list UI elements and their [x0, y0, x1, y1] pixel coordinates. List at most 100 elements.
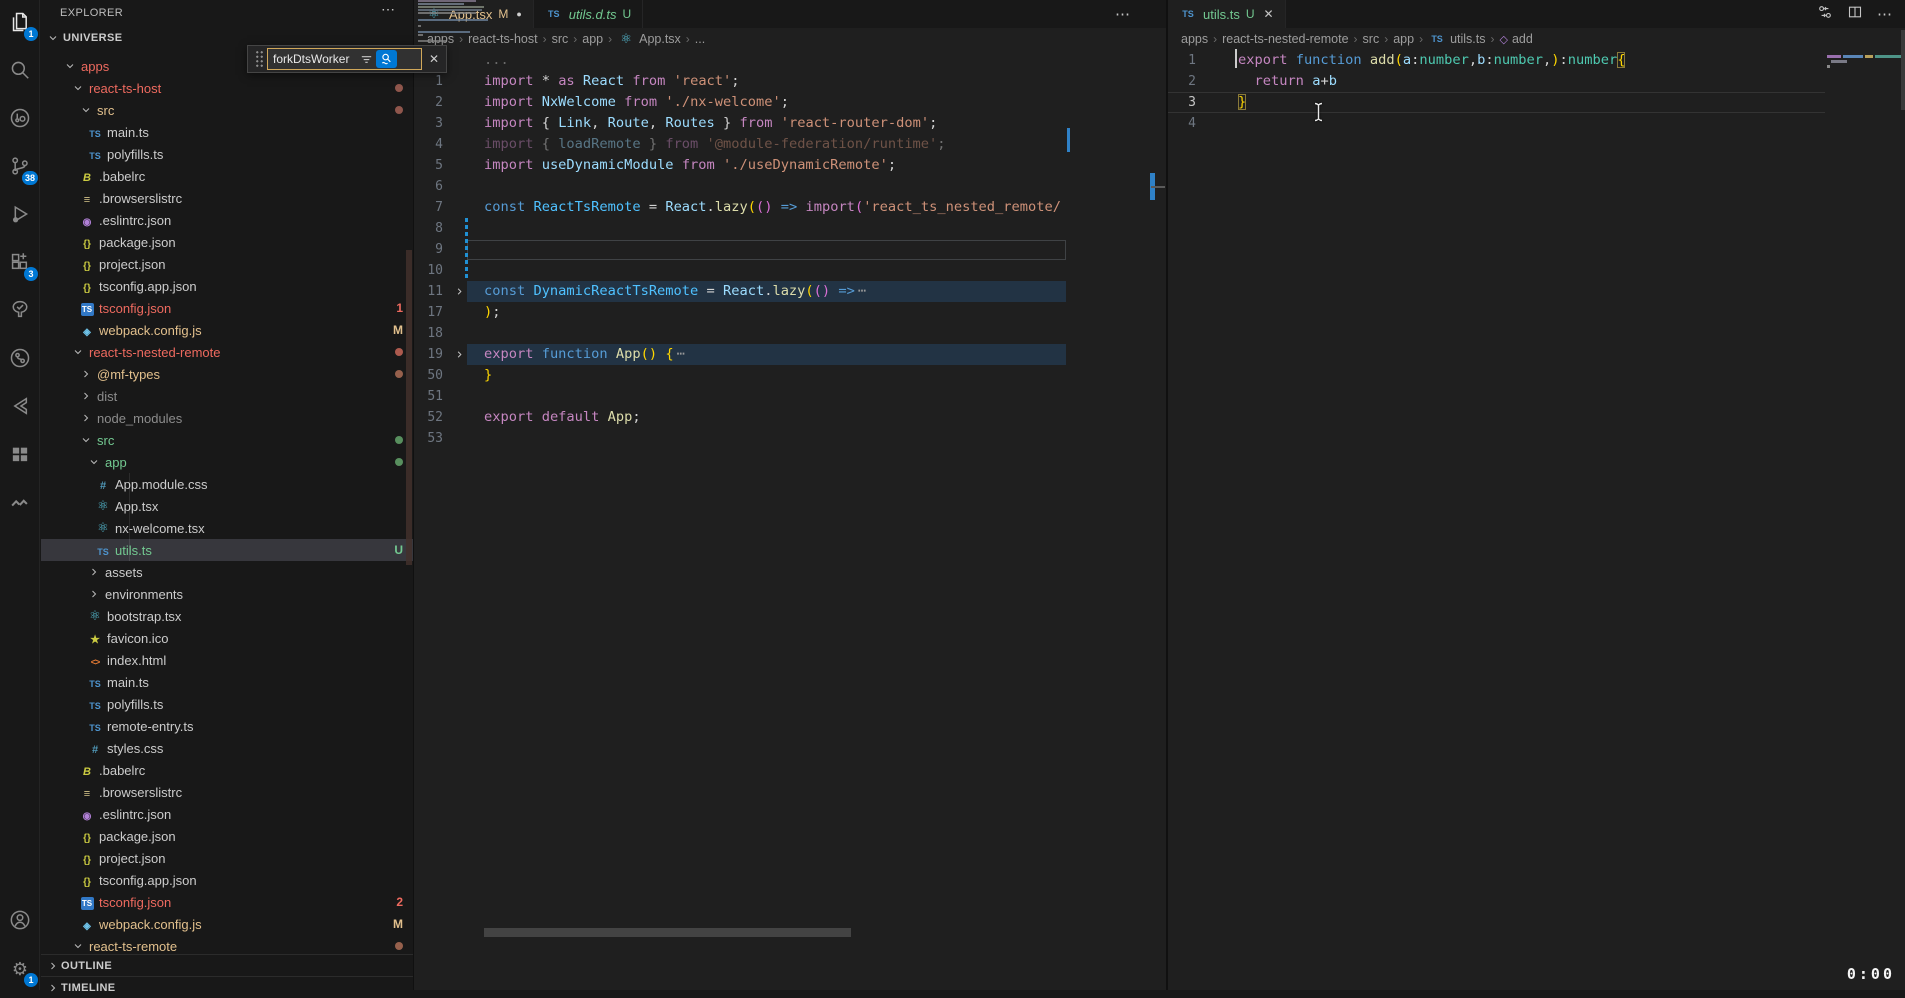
close-icon[interactable]: ✕: [429, 52, 439, 66]
folded-code-ellipsis[interactable]: ⋯: [674, 346, 688, 362]
tree-item-react-ts-nested-remote[interactable]: react-ts-nested-remote: [41, 341, 413, 363]
tree-item-dist[interactable]: dist: [41, 385, 413, 407]
tree-item-react-ts-host[interactable]: react-ts-host: [41, 77, 413, 99]
tree-item-.browserslistrc[interactable]: ≡.browserslistrc: [41, 781, 413, 803]
tree-item-.babelrc[interactable]: B.babelrc: [41, 759, 413, 781]
activity-item-wave-extension[interactable]: [6, 490, 34, 518]
breadcrumb-...[interactable]: ...: [695, 32, 705, 46]
tree-item-polyfills.ts[interactable]: TSpolyfills.ts: [41, 143, 413, 165]
tree-item-src[interactable]: src: [41, 429, 413, 451]
tree-item-project.json[interactable]: {}project.json: [41, 253, 413, 275]
code-line-2[interactable]: 2 return a+b: [1168, 71, 1905, 92]
activity-item-search[interactable]: [6, 58, 34, 86]
sidebar-more-actions-icon[interactable]: ⋯: [381, 1, 395, 18]
tree-item-webpack.config.js[interactable]: ◈webpack.config.jsM: [41, 913, 413, 935]
activity-item-test-circle[interactable]: [6, 106, 34, 134]
tree-item-package.json[interactable]: {}package.json: [41, 231, 413, 253]
fuzzy-search-toggle[interactable]: [376, 50, 397, 68]
tree-item-.browserslistrc[interactable]: ≡.browserslistrc: [41, 187, 413, 209]
tree-item-tsconfig.app.json[interactable]: {}tsconfig.app.json: [41, 869, 413, 891]
tree-item-.eslintrc.json[interactable]: ◉.eslintrc.json: [41, 209, 413, 231]
breadcrumb-react-ts-host[interactable]: react-ts-host: [468, 32, 537, 46]
tree-item-node_modules[interactable]: node_modules: [41, 407, 413, 429]
activity-item-todo-tree[interactable]: [6, 298, 34, 326]
dirty-indicator-icon[interactable]: ●: [516, 9, 521, 19]
code-line-17[interactable]: 17);: [414, 302, 1166, 323]
activity-item-source-control[interactable]: 38: [6, 154, 34, 182]
code-line-1[interactable]: 1import * as React from 'react';: [414, 71, 1166, 92]
tree-item-remote-entry.ts[interactable]: TSremote-entry.ts: [41, 715, 413, 737]
breadcrumb-app[interactable]: app: [582, 32, 603, 46]
tree-item-polyfills.ts[interactable]: TSpolyfills.ts: [41, 693, 413, 715]
more-actions-icon[interactable]: ⋯: [1115, 5, 1131, 23]
code-line-10[interactable]: 10: [414, 260, 1166, 281]
breadcrumb-src[interactable]: src: [552, 32, 569, 46]
tree-item-index.html[interactable]: <>index.html: [41, 649, 413, 671]
tree-item-webpack.config.js[interactable]: ◈webpack.config.jsM: [41, 319, 413, 341]
sidebar-scrollbar[interactable]: [406, 250, 412, 565]
tree-item-project.json[interactable]: {}project.json: [41, 847, 413, 869]
tree-item-.eslintrc.json[interactable]: ◉.eslintrc.json: [41, 803, 413, 825]
tree-item-package.json[interactable]: {}package.json: [41, 825, 413, 847]
code-line-3[interactable]: 3}: [1168, 92, 1825, 113]
activity-item-extensions[interactable]: 3: [6, 250, 34, 278]
breadcrumb-apps[interactable]: apps: [427, 32, 454, 46]
tree-item-app[interactable]: app: [41, 451, 413, 473]
activity-item-run-debug[interactable]: [6, 202, 34, 230]
code-line-9[interactable]: 9: [414, 239, 1166, 260]
code-line-ellipsis[interactable]: ...: [414, 50, 1166, 71]
fold-chevron-icon[interactable]: [451, 349, 467, 360]
tree-filter-input[interactable]: [273, 52, 359, 66]
tree-item-environments[interactable]: environments: [41, 583, 413, 605]
activity-item-explorer[interactable]: 1: [6, 10, 34, 38]
fold-chevron-icon[interactable]: [451, 286, 467, 297]
tab-utils.ts[interactable]: TSutils.tsU✕: [1168, 0, 1286, 28]
horizontal-scrollbar[interactable]: [484, 928, 851, 937]
tree-item-bootstrap.tsx[interactable]: ⚛bootstrap.tsx: [41, 605, 413, 627]
breadcrumb-react-ts-nested-remote[interactable]: react-ts-nested-remote: [1222, 32, 1348, 46]
breadcrumb-apps[interactable]: apps: [1181, 32, 1208, 46]
compare-changes-icon[interactable]: [1817, 4, 1833, 25]
breadcrumb-app[interactable]: app: [1393, 32, 1414, 46]
vertical-scrollbar[interactable]: [1901, 30, 1905, 110]
breadcrumb-src[interactable]: src: [1363, 32, 1380, 46]
code-line-8[interactable]: 8: [414, 218, 1166, 239]
code-line-11[interactable]: 11const DynamicReactTsRemote = React.laz…: [414, 281, 1166, 302]
filter-lines-icon[interactable]: [359, 52, 374, 67]
tree-item-nx-welcome.tsx[interactable]: ⚛nx-welcome.tsx: [41, 517, 413, 539]
activity-item-settings[interactable]: ⚙1: [6, 956, 34, 984]
tab-utils.d.ts[interactable]: TSutils.d.tsU: [534, 0, 643, 28]
code-line-19[interactable]: 19export function App() {⋯: [414, 344, 1166, 365]
drag-grip-icon[interactable]: [255, 50, 264, 68]
code-line-52[interactable]: 52export default App;: [414, 407, 1166, 428]
tree-item-utils.ts[interactable]: TSutils.tsU: [41, 539, 413, 561]
tree-item-@mf-types[interactable]: @mf-types: [41, 363, 413, 385]
breadcrumb-add[interactable]: ◇add: [1500, 32, 1533, 46]
tree-item-assets[interactable]: assets: [41, 561, 413, 583]
more-actions-icon[interactable]: ⋯: [1877, 5, 1893, 23]
folded-code-ellipsis[interactable]: ⋯: [855, 283, 869, 299]
code-area-left[interactable]: ...1import * as React from 'react';2impo…: [414, 50, 1166, 449]
code-line-2[interactable]: 2import NxWelcome from './nx-welcome';: [414, 92, 1166, 113]
tree-item-main.ts[interactable]: TSmain.ts: [41, 671, 413, 693]
breadcrumb-App.tsx[interactable]: ⚛App.tsx: [617, 31, 681, 47]
code-line-53[interactable]: 53: [414, 428, 1166, 449]
activity-item-git-graph[interactable]: [6, 346, 34, 374]
tree-item-tsconfig.app.json[interactable]: {}tsconfig.app.json: [41, 275, 413, 297]
activity-item-grid-extension[interactable]: [6, 442, 34, 470]
split-editor-icon[interactable]: [1847, 4, 1863, 25]
tree-item-.babelrc[interactable]: B.babelrc: [41, 165, 413, 187]
code-area-right[interactable]: 1export function add(a:number,b:number,)…: [1168, 50, 1905, 134]
tree-item-main.ts[interactable]: TSmain.ts: [41, 121, 413, 143]
outline-section[interactable]: OUTLINE: [41, 954, 413, 976]
code-line-50[interactable]: 50}: [414, 365, 1166, 386]
activity-item-nx-console[interactable]: [6, 394, 34, 422]
breadcrumb-utils.ts[interactable]: TSutils.ts: [1428, 32, 1485, 46]
tree-item-tsconfig.json[interactable]: TStsconfig.json1: [41, 297, 413, 319]
code-line-18[interactable]: 18: [414, 323, 1166, 344]
tree-item-App.module.css[interactable]: #App.module.css: [41, 473, 413, 495]
code-line-3[interactable]: 3import { Link, Route, Routes } from 're…: [414, 113, 1166, 134]
code-line-51[interactable]: 51: [414, 386, 1166, 407]
close-icon[interactable]: ✕: [1264, 7, 1274, 21]
code-line-5[interactable]: 5import useDynamicModule from './useDyna…: [414, 155, 1166, 176]
